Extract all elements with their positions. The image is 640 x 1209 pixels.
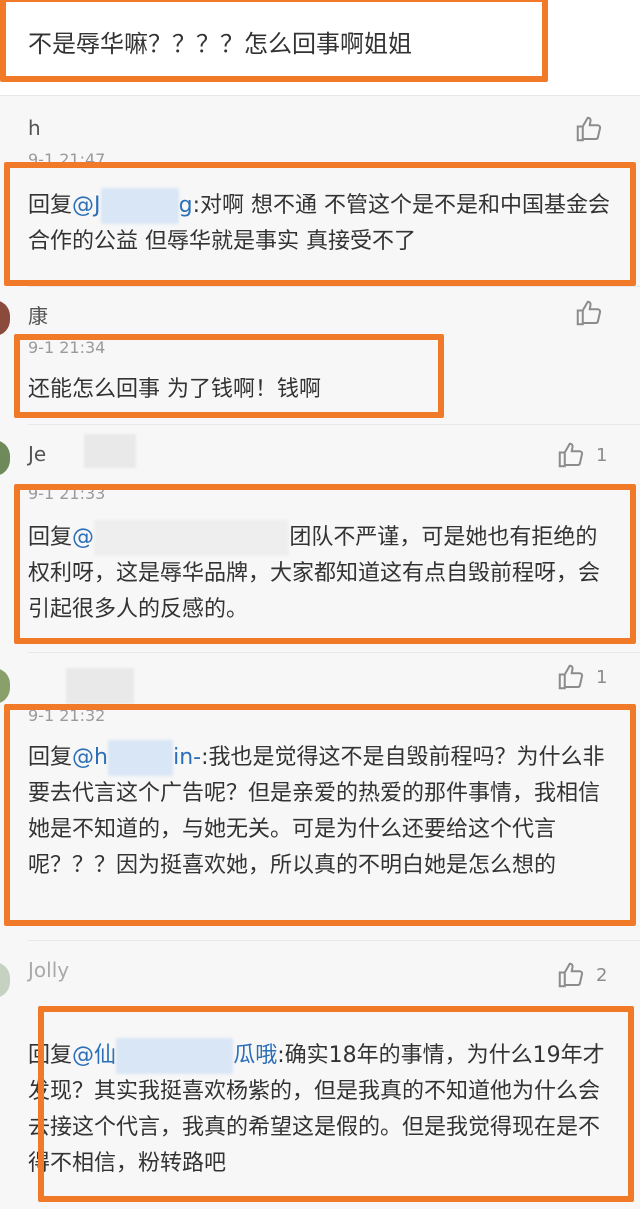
top-comment-text: 不是辱华嘛？？？？怎么回事啊姐姐 <box>28 30 412 58</box>
mention-redacted: xxxxxxxxx <box>116 1038 234 1074</box>
thumbs-up-icon <box>558 962 584 988</box>
comment-4-time: 9-1 21:32 <box>28 706 106 725</box>
mention-start: @h <box>72 745 108 770</box>
comment-5-avatar[interactable] <box>0 962 10 998</box>
thumbs-up-icon <box>576 116 602 142</box>
redacted-name <box>66 668 134 704</box>
comment-2-time: 9-1 21:34 <box>28 338 106 357</box>
reply-prefix: 回复 <box>28 193 73 218</box>
mention-end: 瓜哦 <box>233 1043 278 1068</box>
mention-redacted: xxxxxxxxxxxxxxx <box>94 520 290 556</box>
mention-redacted: xxxxxx <box>100 188 179 224</box>
comment-3-time: 9-1 21:33 <box>28 484 106 503</box>
comment-3-like-count: 1 <box>596 444 608 466</box>
comment-5-username[interactable]: Jolly <box>28 958 69 982</box>
mention-start: @ <box>72 525 95 550</box>
comment-5-mention[interactable]: @仙xxxxxxxxx瓜哦 <box>72 1038 278 1074</box>
mention-end: g <box>178 193 193 218</box>
comment-4-like-button[interactable]: 1 <box>556 662 607 692</box>
mention-end: in- <box>173 745 202 770</box>
mention-redacted: xxxxx <box>107 740 174 776</box>
thumbs-up-icon <box>576 300 602 326</box>
comment-2-text: 还能怎么回事 为了钱啊！钱啊 <box>28 377 321 402</box>
comment-1-username[interactable]: h <box>28 116 41 140</box>
comment-thread-page: 不是辱华嘛？？？？怎么回事啊姐姐 h 9-1 21:47 回复@Jxxxxxxg… <box>0 0 640 1209</box>
reply-prefix: 回复 <box>28 745 73 770</box>
comment-3-mention[interactable]: @xxxxxxxxxxxxxxx <box>72 520 290 556</box>
thumbs-up-icon <box>558 442 584 468</box>
comment-2-like-button[interactable] <box>574 298 604 328</box>
comment-2-avatar[interactable] <box>0 300 10 336</box>
comment-3-username[interactable]: Je <box>28 442 46 466</box>
divider <box>28 652 640 653</box>
top-comment-card: 不是辱华嘛？？？？怎么回事啊姐姐 <box>0 0 640 96</box>
comment-5-like-button[interactable]: 2 <box>556 960 607 990</box>
comment-1-mention[interactable]: @Jxxxxxxg <box>72 188 193 224</box>
comment-1-time: 9-1 21:47 <box>28 150 106 169</box>
comment-5-reply-text: 回复@仙xxxxxxxxx瓜哦:确实18年的事情，为什么19年才发现？其实我挺喜… <box>28 1038 618 1182</box>
reply-prefix: 回复 <box>28 525 73 550</box>
comment-3-avatar[interactable] <box>0 440 10 476</box>
divider <box>28 424 640 425</box>
comment-5-like-count: 2 <box>596 964 608 986</box>
comment-4-like-count: 1 <box>596 666 608 688</box>
comment-4-reply-text: 回复@hxxxxxin-:我也是觉得这不是自毁前程吗？为什么非要去代言这个广告呢… <box>28 740 618 884</box>
comment-1-reply-text: 回复@Jxxxxxxg:对啊 想不通 不管这个是不是和中国基金会合作的公益 但辱… <box>28 188 618 260</box>
divider <box>28 940 640 941</box>
mention-start: @仙 <box>72 1043 117 1068</box>
comment-1-like-button[interactable] <box>574 114 604 144</box>
comment-4-mention[interactable]: @hxxxxxin- <box>72 740 202 776</box>
thumbs-up-icon <box>558 664 584 690</box>
comment-4-avatar[interactable] <box>0 668 10 704</box>
reply-prefix: 回复 <box>28 1043 73 1068</box>
comment-2-username[interactable]: 康 <box>28 300 48 329</box>
mention-start: @J <box>72 193 101 218</box>
redacted-name <box>84 434 136 468</box>
divider <box>28 286 640 287</box>
comment-3-reply-text: 回复@xxxxxxxxxxxxxxx团队不严谨，可是她也有拒绝的权利呀，这是辱华… <box>28 520 618 628</box>
comment-3-like-button[interactable]: 1 <box>556 440 607 470</box>
